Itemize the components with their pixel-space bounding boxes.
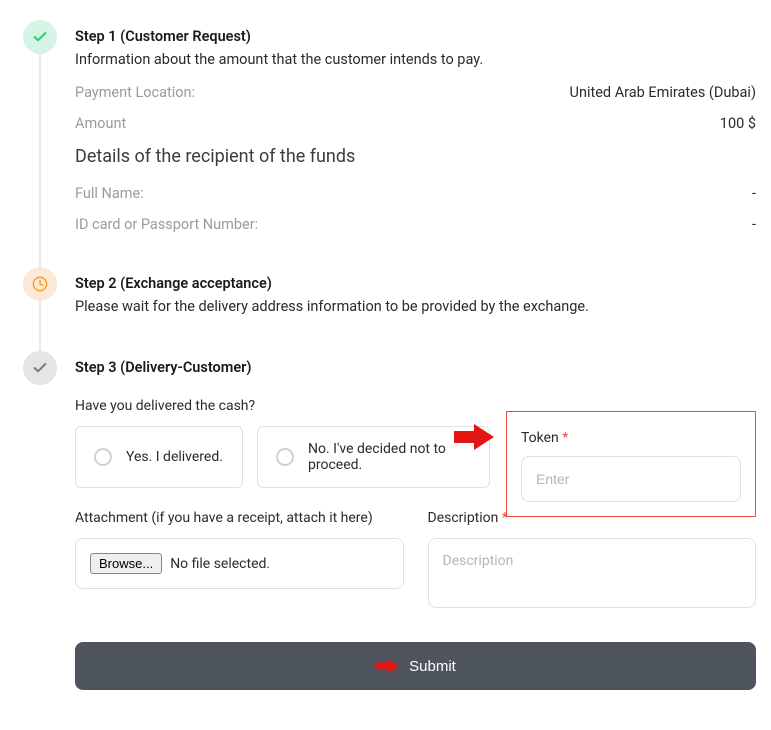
browse-button[interactable]: Browse... [90,553,162,574]
arrow-callout-icon [454,422,494,456]
check-icon [32,29,48,45]
timeline-line [39,301,41,351]
timeline-line [39,54,41,267]
recipient-heading: Details of the recipient of the funds [75,146,756,167]
amount-value: 100 $ [720,115,756,132]
step1-desc: Information about the amount that the cu… [75,51,756,68]
idcard-value: - [752,216,756,233]
token-input[interactable] [521,456,741,502]
file-input-container[interactable]: Browse... No file selected. [75,538,404,589]
submit-button[interactable]: Submit [75,642,756,690]
payment-location-label: Payment Location: [75,84,195,101]
radio-circle-icon [94,448,112,466]
idcard-label: ID card or Passport Number: [75,216,258,233]
step1-title: Step 1 (Customer Request) [75,20,756,45]
step2-status-icon [23,267,57,301]
step3-title: Step 3 (Delivery-Customer) [75,351,756,376]
arrow-submit-icon [375,657,399,675]
clock-icon [32,276,48,292]
radio-yes-label: Yes. I delivered. [126,449,223,465]
fullname-value: - [752,185,756,202]
amount-label: Amount [75,115,126,132]
token-highlight-box: Token * [506,411,756,517]
fullname-label: Full Name: [75,185,144,202]
radio-circle-icon [276,448,294,466]
radio-no-label: No. I've decided not to proceed. [308,441,471,473]
attachment-label: Attachment (if you have a receipt, attac… [75,510,404,526]
required-indicator: * [562,430,568,446]
step3-status-icon [23,351,57,385]
description-textarea[interactable] [428,538,757,608]
check-icon [32,360,48,376]
radio-option-yes[interactable]: Yes. I delivered. [75,426,243,488]
submit-label: Submit [409,658,456,675]
payment-location-value: United Arab Emirates (Dubai) [570,84,756,101]
no-file-text: No file selected. [170,556,270,572]
step2-title: Step 2 (Exchange acceptance) [75,267,756,292]
step1-status-icon [23,20,57,54]
step2-desc: Please wait for the delivery address inf… [75,298,756,315]
token-label: Token * [521,430,741,446]
